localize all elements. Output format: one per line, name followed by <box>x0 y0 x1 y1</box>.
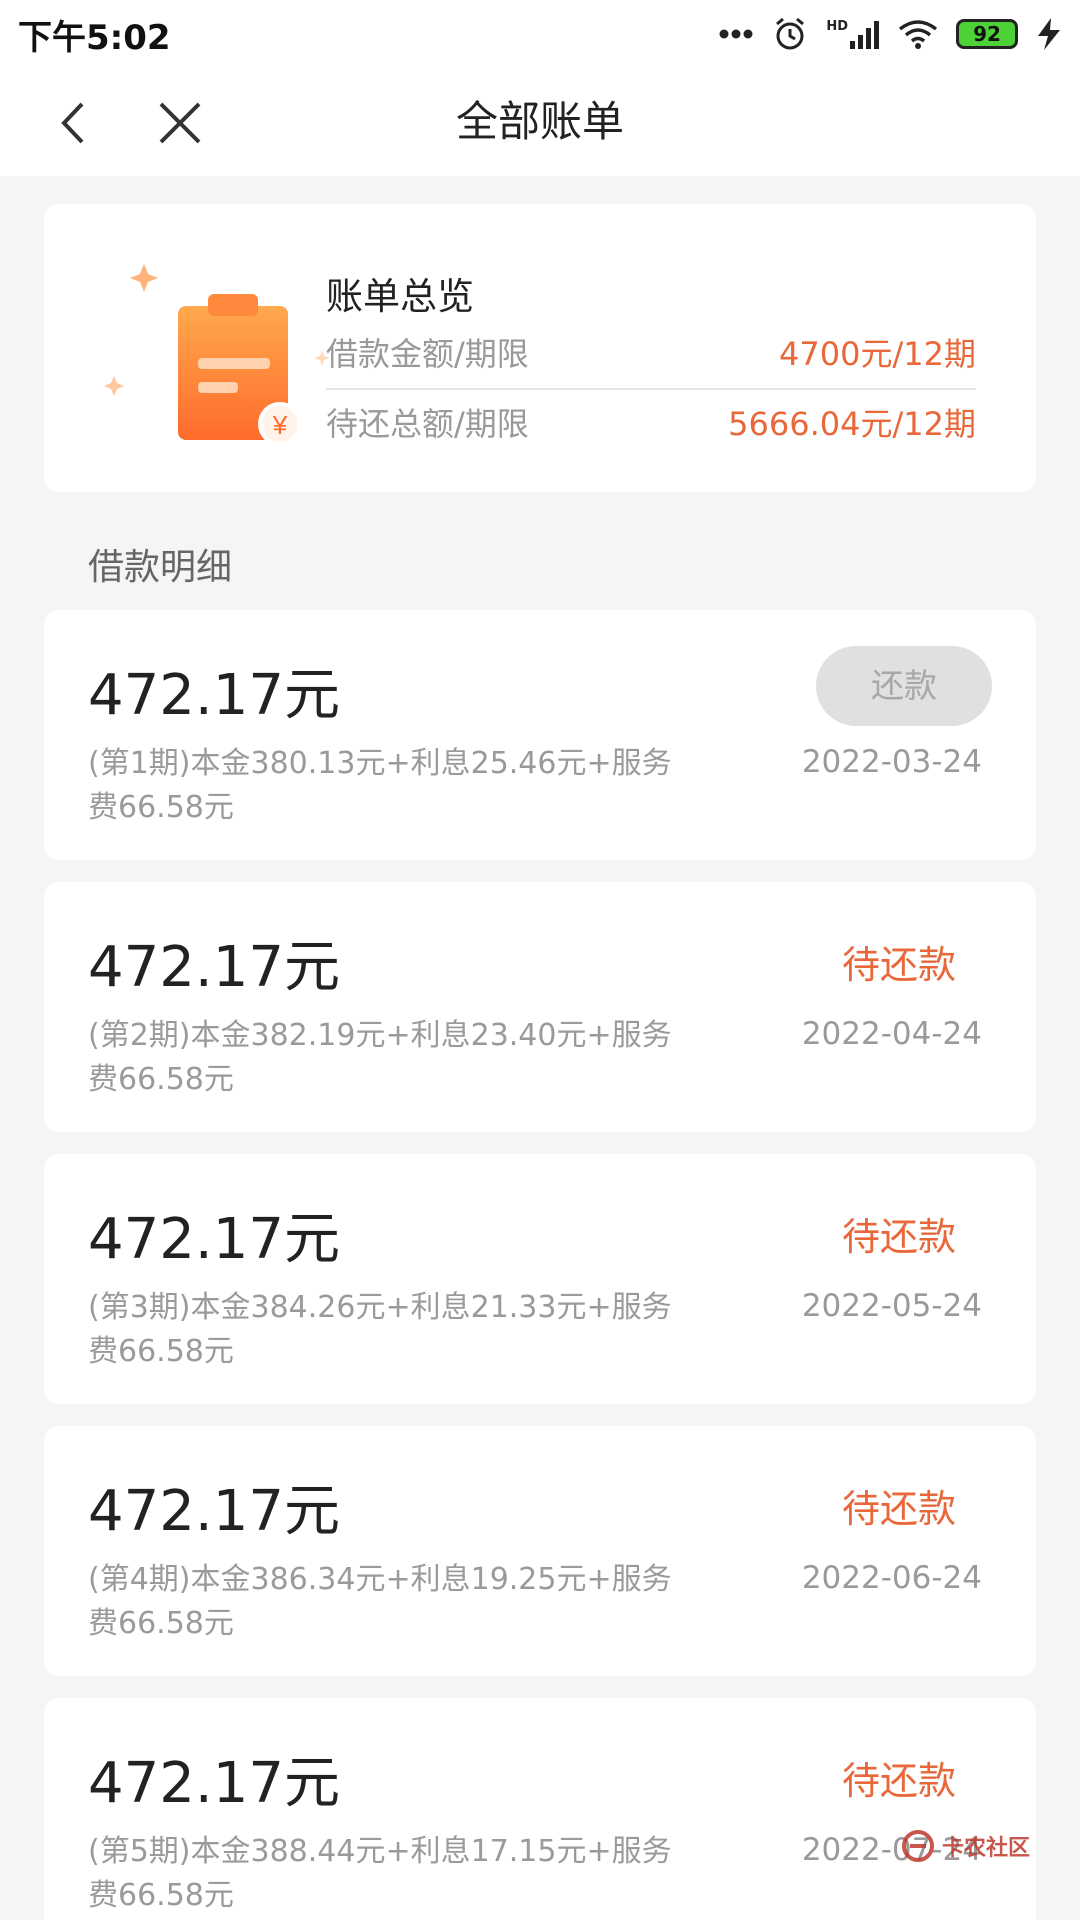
bill-date: 2022-05-24 <box>801 1288 982 1324</box>
due-total-label: 待还总额/期限 <box>326 405 529 443</box>
more-dots-icon <box>719 29 753 39</box>
bill-detail: (第3期)本金384.26元+利息21.33元+服务费66.58元 <box>88 1290 672 1369</box>
bill-detail: (第5期)本金388.44元+利息17.15元+服务费66.58元 <box>88 1834 672 1913</box>
wifi-icon <box>898 20 938 49</box>
bill-date: 2022-06-24 <box>801 1560 982 1596</box>
status-badge: 待还款 <box>841 1215 956 1259</box>
bill-clipboard-icon: ¥ <box>104 264 330 446</box>
due-total-row: 待还总额/期限 5666.04元/12期 <box>326 392 976 452</box>
overview-title: 账单总览 <box>326 275 474 318</box>
loan-amount-label: 借款金额/期限 <box>326 335 529 373</box>
charging-icon <box>1038 18 1060 50</box>
bill-amount: 472.17元 <box>88 663 340 728</box>
bill-item-3[interactable]: 472.17元 待还款 (第3期)本金384.26元+利息21.33元+服务费6… <box>44 1154 1036 1404</box>
status-icons: HD 92 <box>718 16 1062 52</box>
bill-detail: (第1期)本金380.13元+利息25.46元+服务费66.58元 <box>88 746 672 825</box>
hd-signal-icon: HD <box>826 19 880 49</box>
bill-item-1[interactable]: 472.17元 还款 (第1期)本金380.13元+利息25.46元+服务费66… <box>44 610 1036 860</box>
hd-label: HD <box>826 19 848 34</box>
battery-icon: 92 <box>956 19 1018 49</box>
bill-detail: (第2期)本金382.19元+利息23.40元+服务费66.58元 <box>88 1018 672 1097</box>
bill-overview-card: ¥ 账单总览 借款金额/期限 4700元/12期 待还总额/期限 5666.04… <box>44 204 1036 492</box>
bill-detail: (第4期)本金386.34元+利息19.25元+服务费66.58元 <box>88 1562 672 1641</box>
back-icon[interactable] <box>50 98 100 148</box>
watermark-text: 卡农社区 <box>942 1836 1031 1861</box>
bill-item-4[interactable]: 472.17元 待还款 (第4期)本金386.34元+利息19.25元+服务费6… <box>44 1426 1036 1676</box>
bill-amount: 472.17元 <box>88 1207 340 1272</box>
divider <box>326 388 976 390</box>
nav-bar: 全部账单 <box>0 68 1080 176</box>
close-icon[interactable] <box>155 98 205 148</box>
due-total-value: 5666.04元/12期 <box>728 405 976 443</box>
bill-item-2[interactable]: 472.17元 待还款 (第2期)本金382.19元+利息23.40元+服务费6… <box>44 882 1036 1132</box>
bill-amount: 472.17元 <box>88 1479 340 1544</box>
status-badge: 待还款 <box>841 943 956 987</box>
repay-button[interactable]: 还款 <box>816 646 992 726</box>
bill-date: 2022-04-24 <box>801 1016 982 1052</box>
bill-date: 2022-03-24 <box>801 744 982 780</box>
status-badge: 待还款 <box>841 1487 956 1531</box>
currency-badge: ¥ <box>272 410 288 440</box>
loan-amount-value: 4700元/12期 <box>779 335 976 373</box>
status-time: 下午5:02 <box>18 17 171 58</box>
section-title: 借款明细 <box>88 547 233 588</box>
bill-item-5[interactable]: 472.17元 待还款 (第5期)本金388.44元+利息17.15元+服务费6… <box>44 1698 1036 1920</box>
status-bar: 下午5:02 HD 92 <box>0 0 1080 68</box>
loan-amount-row: 借款金额/期限 4700元/12期 <box>326 322 976 382</box>
watermark: 卡农社区 <box>900 1828 1030 1864</box>
status-badge: 待还款 <box>841 1759 956 1803</box>
bill-amount: 472.17元 <box>88 935 340 1000</box>
alarm-icon <box>776 17 805 50</box>
bill-amount: 472.17元 <box>88 1751 340 1816</box>
watermark-logo-icon <box>902 1830 934 1862</box>
